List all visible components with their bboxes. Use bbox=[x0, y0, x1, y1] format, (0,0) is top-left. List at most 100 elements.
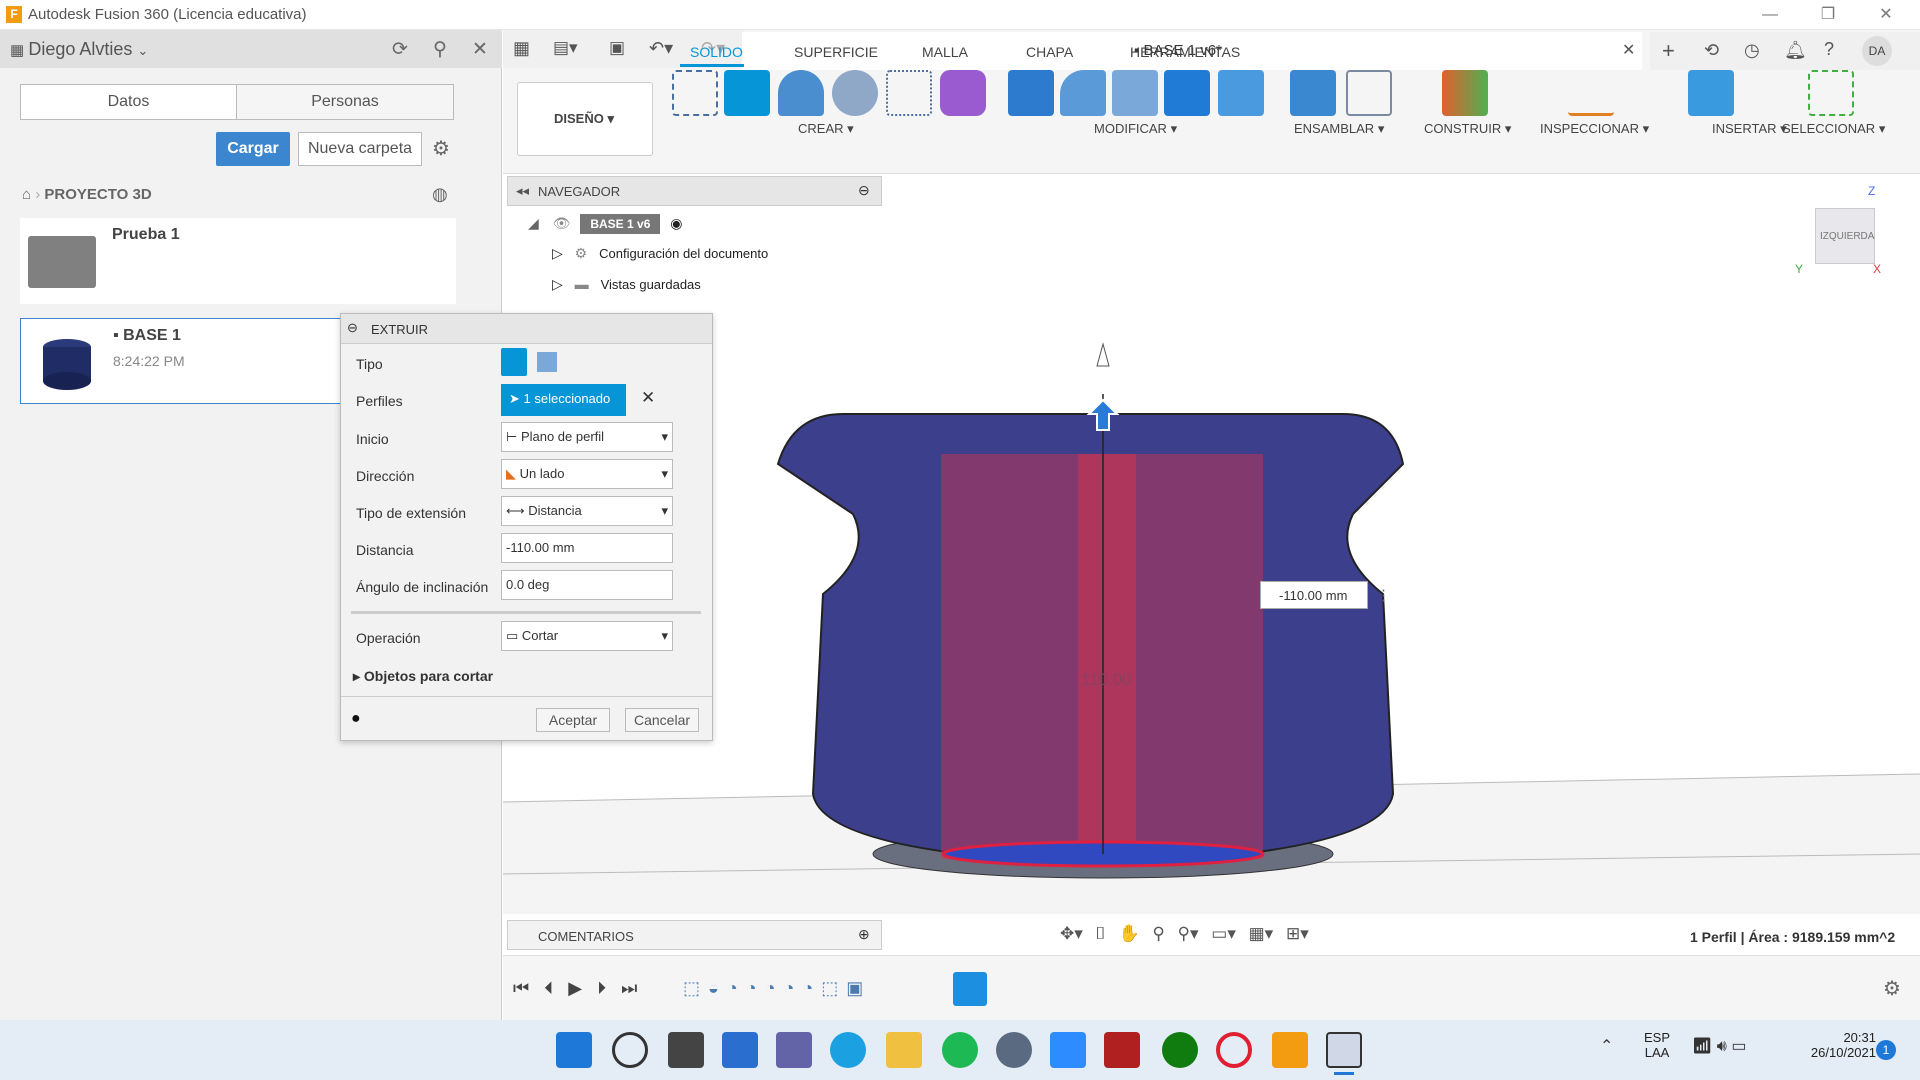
comments-panel[interactable]: COMENTARIOS ⊕ bbox=[507, 920, 882, 950]
save-icon[interactable]: ▣ bbox=[609, 38, 625, 58]
canvas-viewport[interactable]: 110.00 -110.00 mm ⋮ IZQUIERDA Z Y X bbox=[502, 174, 1920, 914]
edge-icon[interactable] bbox=[830, 1032, 866, 1068]
extensions-icon[interactable]: ⟲ bbox=[1704, 40, 1719, 61]
info-icon[interactable]: ● bbox=[351, 710, 361, 728]
help-icon[interactable]: ? bbox=[1824, 39, 1834, 60]
group-inspeccionar[interactable]: INSPECCIONAR ▾ bbox=[1540, 121, 1649, 137]
spotify-icon[interactable] bbox=[942, 1032, 978, 1068]
search-icon[interactable] bbox=[612, 1032, 648, 1068]
fusion-taskbar-icon[interactable] bbox=[1272, 1032, 1308, 1068]
look-at-icon[interactable]: ⌷ bbox=[1096, 924, 1106, 943]
close-tab-icon[interactable]: ✕ bbox=[1622, 40, 1635, 60]
fillet-icon[interactable] bbox=[1060, 70, 1106, 116]
profiles-selector[interactable]: ➤ 1 seleccionado bbox=[501, 384, 626, 416]
accept-button[interactable]: Aceptar bbox=[536, 708, 610, 732]
select-icon[interactable] bbox=[1808, 70, 1854, 116]
cancel-button[interactable]: Cancelar bbox=[625, 708, 699, 732]
user-menu[interactable]: ▦ Diego Alvties ⌄ bbox=[10, 39, 148, 60]
expand-icon[interactable]: ▷ bbox=[552, 276, 563, 292]
volume-icon[interactable]: 🔊︎ bbox=[1717, 1038, 1727, 1055]
new-tab-icon[interactable]: + bbox=[1662, 38, 1675, 64]
clock[interactable]: 20:31 26/10/2021 bbox=[1796, 1030, 1876, 1060]
workspace-switcher[interactable]: DISEÑO ▾ bbox=[517, 82, 653, 156]
settings-app-icon[interactable] bbox=[996, 1032, 1032, 1068]
step-forward-icon[interactable]: ⏵ bbox=[597, 978, 606, 998]
start-select[interactable]: ⊢ Plano de perfil ▾ bbox=[501, 422, 673, 452]
more-options-icon[interactable]: ⋮ bbox=[1376, 586, 1391, 604]
game-app-icon[interactable] bbox=[1104, 1032, 1140, 1068]
pin-icon[interactable]: ⊖ bbox=[858, 182, 870, 199]
tab-malla[interactable]: MALLA bbox=[922, 44, 968, 60]
tab-chapa[interactable]: CHAPA bbox=[1026, 44, 1073, 60]
collapse-icon[interactable]: ◂◂ bbox=[516, 183, 529, 199]
new-folder-button[interactable]: Nueva carpeta bbox=[298, 132, 422, 166]
tab-datos[interactable]: Datos bbox=[21, 85, 237, 119]
extrude-icon[interactable] bbox=[724, 70, 770, 116]
widgets-icon[interactable] bbox=[722, 1032, 758, 1068]
tree-item[interactable]: ▷ ⚙ Configuración del documento bbox=[552, 245, 768, 262]
timeline-settings-icon[interactable]: ⚙ bbox=[1883, 976, 1901, 1001]
joint-icon[interactable] bbox=[1346, 70, 1392, 116]
zoom-icon[interactable]: ⚲ bbox=[1152, 924, 1164, 943]
zoom-app-icon[interactable] bbox=[1050, 1032, 1086, 1068]
refresh-icon[interactable]: ⟳ bbox=[388, 38, 412, 60]
go-end-icon[interactable]: ⏭ bbox=[621, 978, 637, 998]
expand-icon[interactable]: ▷ bbox=[552, 245, 563, 261]
construct-plane-icon[interactable] bbox=[1442, 70, 1488, 116]
list-item[interactable]: Prueba 1 bbox=[20, 218, 456, 304]
play-icon[interactable]: ▶ bbox=[568, 978, 582, 998]
xbox-icon[interactable] bbox=[1162, 1032, 1198, 1068]
new-component-icon[interactable] bbox=[1290, 70, 1336, 116]
measure-icon[interactable] bbox=[1568, 70, 1614, 116]
task-view-icon[interactable] bbox=[668, 1032, 704, 1068]
direction-select[interactable]: ◣ Un lado ▾ bbox=[501, 459, 673, 489]
breadcrumb-project[interactable]: PROYECTO 3D bbox=[44, 186, 151, 203]
group-construir[interactable]: CONSTRUIR ▾ bbox=[1424, 121, 1511, 137]
group-modificar[interactable]: MODIFICAR ▾ bbox=[1094, 121, 1177, 137]
close-window-button[interactable]: ✕ bbox=[1866, 3, 1906, 27]
active-target-icon[interactable]: ◉ bbox=[670, 215, 682, 231]
notifications-icon[interactable]: 🔔︎ bbox=[1784, 40, 1807, 61]
insert-image-icon[interactable] bbox=[1688, 70, 1734, 116]
offset-face-icon[interactable] bbox=[1218, 70, 1264, 116]
collapse-triangle-icon[interactable]: ◢ bbox=[528, 215, 539, 231]
collapse-dialog-icon[interactable]: ⊖ bbox=[347, 320, 358, 336]
timeline-features[interactable]: ⬚◒◔◔◔◔◔⬚▣ bbox=[683, 978, 993, 1002]
operation-select[interactable]: ▭ Cortar ▾ bbox=[501, 621, 673, 651]
revolve-icon[interactable] bbox=[778, 70, 824, 116]
undo-icon[interactable]: ↶▾ bbox=[649, 38, 673, 59]
viewcube[interactable]: IZQUIERDA bbox=[1815, 208, 1875, 264]
search-icon[interactable]: ⚲ bbox=[428, 38, 452, 60]
model-view[interactable] bbox=[502, 174, 1920, 914]
group-seleccionar[interactable]: SELECCIONAR ▾ bbox=[1782, 121, 1885, 137]
tab-herramientas[interactable]: HERRAMIENTAS bbox=[1130, 44, 1240, 60]
extent-type-select[interactable]: ⟷ Distancia ▾ bbox=[501, 496, 673, 526]
press-pull-icon[interactable] bbox=[1008, 70, 1054, 116]
visibility-icon[interactable]: 👁︎ bbox=[553, 215, 571, 231]
group-insertar[interactable]: INSERTAR ▾ bbox=[1712, 121, 1787, 137]
type-body-icon[interactable] bbox=[501, 348, 527, 376]
sketch-icon[interactable] bbox=[672, 70, 718, 116]
job-status-icon[interactable]: ◷ bbox=[1744, 40, 1760, 61]
fit-icon[interactable]: ⚲▾ bbox=[1178, 924, 1199, 943]
taper-angle-input[interactable]: 0.0 deg bbox=[501, 570, 673, 600]
tray-chevron-icon[interactable]: ⌃ bbox=[1600, 1036, 1613, 1056]
start-icon[interactable] bbox=[556, 1032, 592, 1068]
viewports-icon[interactable]: ⊞▾ bbox=[1286, 924, 1309, 943]
upload-button[interactable]: Cargar bbox=[216, 132, 290, 166]
objects-to-cut-toggle[interactable]: ▸ Objetos para cortar bbox=[353, 668, 493, 685]
pattern-icon[interactable] bbox=[886, 70, 932, 116]
group-crear[interactable]: CREAR ▾ bbox=[798, 121, 854, 137]
tab-superficie[interactable]: SUPERFICIE bbox=[794, 44, 878, 60]
restore-button[interactable]: ❐ bbox=[1808, 3, 1848, 27]
timeline-marker[interactable] bbox=[953, 972, 987, 1006]
tab-personas[interactable]: Personas bbox=[237, 85, 453, 119]
file-menu-icon[interactable]: ▤▾ bbox=[553, 38, 578, 58]
apps-grid-icon[interactable]: ▦ bbox=[513, 38, 530, 59]
distance-input[interactable]: -110.00 mm bbox=[501, 533, 673, 563]
clear-selection-icon[interactable]: ✕ bbox=[641, 388, 655, 408]
combine-icon[interactable] bbox=[1164, 70, 1210, 116]
dimension-input[interactable]: -110.00 mm ⋮ bbox=[1260, 581, 1391, 609]
snipping-tool-icon[interactable] bbox=[1326, 1032, 1362, 1068]
minimize-button[interactable]: — bbox=[1750, 3, 1790, 27]
